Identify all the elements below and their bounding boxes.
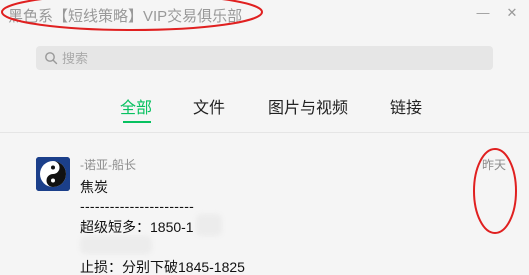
tab-all[interactable]: 全部 xyxy=(120,94,152,118)
message-line: 超级短多：1850-1 xyxy=(80,219,194,235)
minimize-button[interactable]: — xyxy=(475,5,491,21)
sender-name: -诺亚-船长 xyxy=(80,158,136,172)
title-bar: 黑色系【短线策略】VIP交易俱乐部 — ✕ xyxy=(0,0,529,34)
redacted-area xyxy=(196,214,222,236)
tab-images-videos[interactable]: 图片与视频 xyxy=(268,94,348,118)
avatar[interactable] xyxy=(36,157,70,191)
search-input[interactable] xyxy=(62,48,482,68)
tab-files[interactable]: 文件 xyxy=(193,94,225,118)
message-line: 止损：分别下破1845-1825 xyxy=(80,259,245,275)
category-tabs: 全部 文件 图片与视频 链接 xyxy=(0,90,529,126)
active-tab-indicator xyxy=(123,121,151,123)
close-button[interactable]: ✕ xyxy=(504,5,520,21)
chat-history-window: 黑色系【短线策略】VIP交易俱乐部 — ✕ 全部 文件 图片与视频 链接 xyxy=(0,0,529,275)
message-line: 焦炭 xyxy=(80,179,108,195)
yin-yang-icon xyxy=(36,157,70,191)
tab-links[interactable]: 链接 xyxy=(390,94,422,118)
message-line: ----------------------- xyxy=(80,198,195,214)
message-timestamp: 昨天 xyxy=(482,158,507,172)
redacted-area xyxy=(80,236,152,254)
window-title: 黑色系【短线策略】VIP交易俱乐部 xyxy=(8,8,243,25)
search-bar[interactable] xyxy=(36,46,493,70)
tabs-divider xyxy=(0,132,529,133)
search-icon xyxy=(45,52,58,65)
